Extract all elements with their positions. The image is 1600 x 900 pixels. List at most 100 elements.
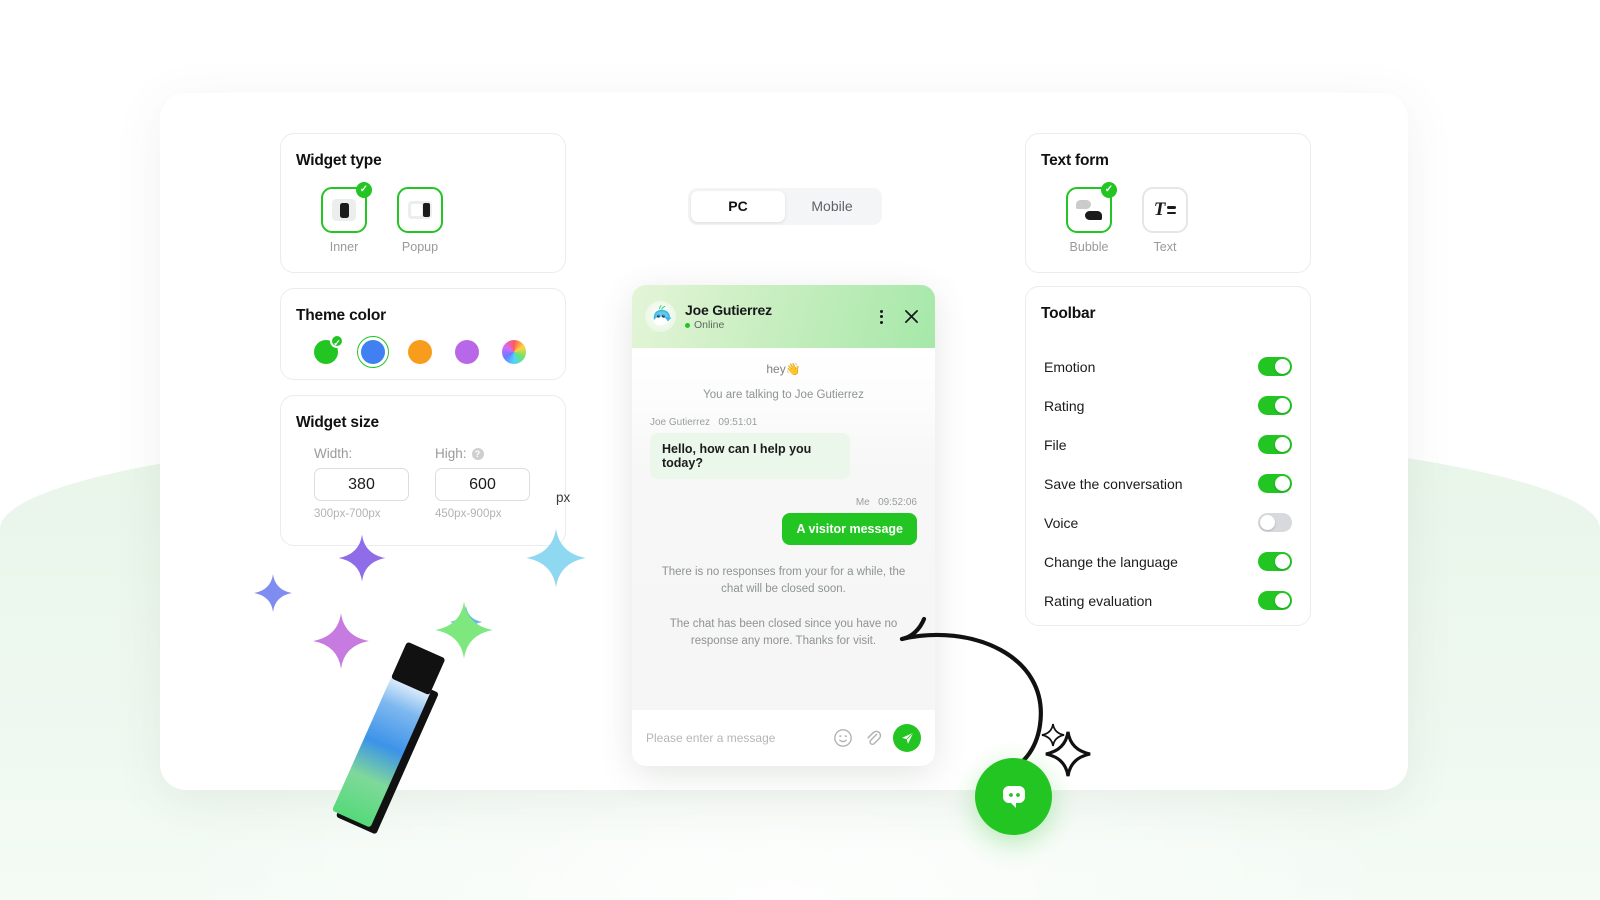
inner-widget-tile[interactable]: ✓ [321, 182, 372, 233]
popup-widget-icon [408, 201, 432, 219]
theme-swatch-orange[interactable] [408, 340, 432, 364]
sparkle-icon-black [1045, 731, 1091, 777]
text-form-label-text: Text [1153, 240, 1177, 254]
toolbar-options-list: Emotion Rating File Save the conversatio… [1044, 347, 1292, 620]
sparkle-icon-pink [313, 613, 369, 669]
sparkle-icon-green-bottom [435, 601, 493, 659]
message-row-me: A visitor message [632, 513, 935, 545]
whale-avatar-glyph [653, 304, 672, 325]
toolbar-row-rating: Rating [1044, 386, 1292, 425]
agent-status: Online [685, 319, 870, 331]
selected-check-icon: ✓ [330, 334, 344, 348]
toolbar-label-file: File [1044, 436, 1067, 453]
inner-widget-icon [332, 199, 356, 221]
toolbar-row-voice: Voice [1044, 503, 1292, 542]
message-bubble-me: A visitor message [782, 513, 917, 545]
toolbar-label-rating: Rating [1044, 397, 1085, 414]
toolbar-label-save-conversation: Save the conversation [1044, 475, 1183, 492]
close-icon[interactable] [900, 306, 922, 328]
toggle-emotion[interactable] [1258, 357, 1292, 376]
widget-size-card: Widget size Width: 300px-700px High: ? 4… [280, 395, 570, 546]
message-time: 09:51:01 [718, 417, 758, 428]
question-mark-icon[interactable]: ? [471, 447, 484, 460]
text-form-title: Text form [1041, 152, 1109, 169]
kebab-menu-icon[interactable] [870, 306, 892, 328]
chat-header-text: Joe Gutierrez Online [685, 302, 870, 331]
tab-mobile[interactable]: Mobile [785, 191, 879, 222]
message-time: 09:52:06 [878, 497, 917, 508]
height-hint: 450px-900px [435, 508, 502, 520]
width-input[interactable] [314, 468, 409, 501]
widget-type-title: Widget type [296, 152, 382, 169]
agent-name: Joe Gutierrez [685, 302, 772, 318]
preview-device-tabs: PC Mobile [688, 188, 882, 225]
widget-type-option-inner[interactable]: ✓ Inner [321, 182, 372, 254]
toolbar-label-emotion: Emotion [1044, 358, 1096, 375]
whale-avatar [645, 301, 676, 332]
chat-input-placeholder[interactable]: Please enter a message [646, 731, 823, 745]
widget-size-title: Widget size [296, 414, 379, 431]
selected-check-icon: ✓ [356, 182, 372, 198]
width-field-group: Width: 300px-700px [314, 446, 409, 520]
message-sender: Me [855, 497, 870, 508]
text-form-option-text[interactable]: T Text [1142, 187, 1188, 254]
online-dot-icon [685, 322, 690, 328]
width-label: Width: [314, 446, 353, 461]
message-bubble-agent: Hello, how can I help you today? [650, 433, 850, 479]
popup-widget-tile[interactable] [397, 187, 443, 233]
message-meta-me: Me 09:52:06 [632, 497, 917, 508]
chat-fab-button[interactable] [975, 758, 1052, 835]
toggle-change-language[interactable] [1258, 552, 1292, 571]
toggle-save-conversation[interactable] [1258, 474, 1292, 493]
toolbar-label-voice: Voice [1044, 514, 1079, 531]
chat-greeting: hey👋 [766, 362, 801, 376]
toolbar-card: Toolbar Emotion Rating File Save the con… [1025, 286, 1311, 626]
theme-color-title: Theme color [296, 307, 386, 324]
text-form-label-bubble: Bubble [1069, 240, 1109, 254]
height-field-group: High: ? 450px-900px [435, 446, 530, 520]
toggle-rating-evaluation[interactable] [1258, 591, 1292, 610]
sparkle-icon-cyan [526, 528, 586, 588]
toolbar-row-change-language: Change the language [1044, 542, 1292, 581]
theme-swatch-blue[interactable] [357, 336, 389, 368]
text-form-options: ✓ Bubble T Text [1066, 182, 1310, 254]
chat-intro: You are talking to Joe Gutierrez [703, 389, 864, 401]
height-label: High: ? [435, 446, 530, 461]
toolbar-row-save-conversation: Save the conversation [1044, 464, 1292, 503]
bubble-form-icon [1076, 199, 1102, 221]
smiley-icon[interactable] [833, 728, 853, 748]
message-meta-agent: Joe Gutierrez 09:51:01 [650, 417, 935, 428]
height-input[interactable] [435, 468, 530, 501]
widget-type-option-popup[interactable]: Popup [397, 187, 443, 254]
tab-pc[interactable]: PC [691, 191, 785, 222]
paperclip-icon[interactable] [863, 728, 883, 748]
selected-check-icon: ✓ [1101, 182, 1117, 198]
chat-header: Joe Gutierrez Online [632, 285, 935, 348]
text-form-tile[interactable]: T [1142, 187, 1188, 233]
toggle-file[interactable] [1258, 435, 1292, 454]
toolbar-label-change-language: Change the language [1044, 553, 1178, 570]
widget-size-fields: Width: 300px-700px High: ? 450px-900px p… [314, 446, 570, 520]
toolbar-row-file: File [1044, 425, 1292, 464]
bubble-form-tile[interactable]: ✓ [1066, 182, 1117, 233]
theme-swatch-rainbow[interactable] [502, 340, 526, 364]
message-sender: Joe Gutierrez [650, 417, 711, 428]
text-form-option-bubble[interactable]: ✓ Bubble [1066, 182, 1117, 254]
height-label-text: High: [435, 446, 467, 461]
widget-type-card: Widget type ✓ Inner Popup [280, 133, 566, 273]
text-form-icon: T [1154, 199, 1177, 221]
theme-swatch-green[interactable]: ✓ [314, 334, 344, 364]
agent-status-text: Online [694, 319, 725, 331]
width-hint: 300px-700px [314, 508, 381, 520]
toggle-rating[interactable] [1258, 396, 1292, 415]
highlighter-marker-illustration [332, 642, 445, 834]
toggle-voice[interactable] [1258, 513, 1292, 532]
theme-color-card: Theme color ✓ [280, 288, 566, 380]
sparkle-icon-blue-small [254, 574, 292, 612]
toolbar-title: Toolbar [1041, 305, 1096, 322]
sparkle-icon-purple [338, 534, 386, 582]
theme-swatch-purple[interactable] [455, 340, 479, 364]
text-form-card: Text form ✓ Bubble T Text [1025, 133, 1311, 273]
theme-color-swatches: ✓ [314, 334, 565, 368]
chat-bubble-icon [1002, 785, 1025, 808]
